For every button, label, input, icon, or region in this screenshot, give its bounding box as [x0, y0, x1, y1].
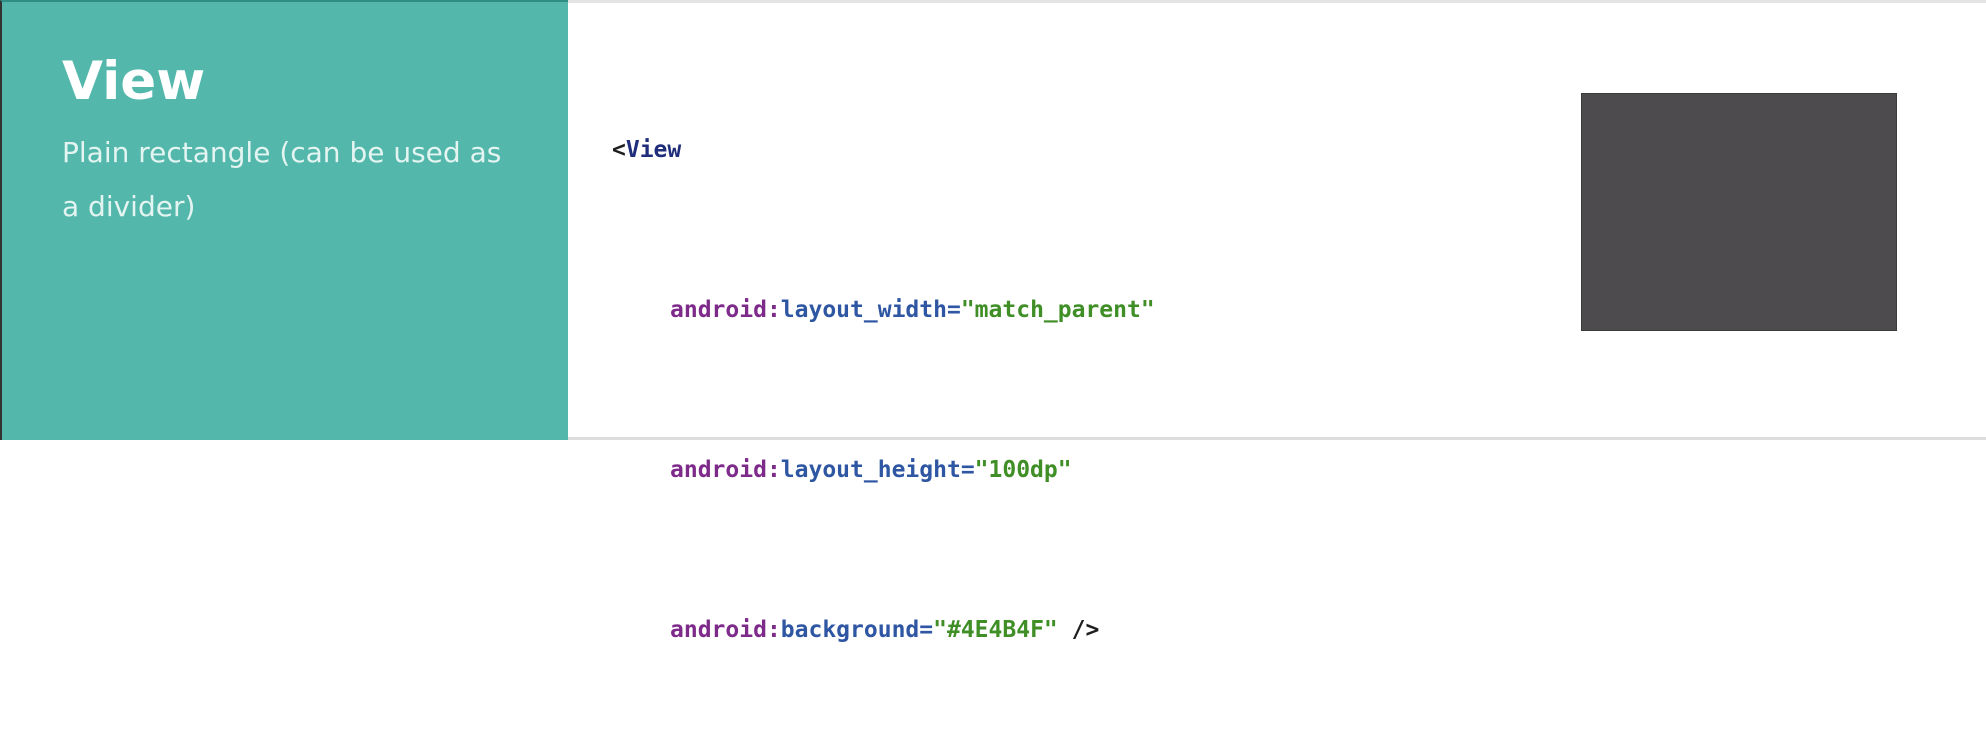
code-attribute-name: layout_width: [780, 297, 947, 323]
slide: View Plain rectangle (can be used as a d…: [0, 0, 1986, 643]
code-namespace: android: [670, 457, 767, 483]
top-divider: [568, 0, 1986, 3]
code-tail: />: [1057, 617, 1100, 643]
code-namespace: android: [670, 617, 767, 643]
code-sample: <View android:layout_width="match_parent…: [612, 50, 1155, 730]
code-separator: :: [766, 457, 781, 483]
panel-title: View: [62, 51, 206, 112]
view-preview-rectangle: [1581, 93, 1897, 331]
code-equals: =: [946, 297, 961, 323]
code-line-attribute: android:background="#4E4B4F" />: [612, 610, 1155, 650]
code-separator: :: [766, 297, 781, 323]
code-attribute-value: "match_parent": [960, 297, 1155, 323]
code-tag-name: View: [625, 137, 682, 163]
code-attribute-name: background: [780, 617, 920, 643]
code-line-open-tag: <View: [612, 130, 1155, 170]
code-attribute-name: layout_height: [780, 457, 961, 483]
panel-subtitle: Plain rectangle (can be used as a divide…: [62, 136, 502, 223]
code-namespace: android: [670, 297, 767, 323]
code-line-attribute: android:layout_height="100dp": [612, 450, 1155, 490]
code-attribute-value: "100dp": [974, 457, 1072, 483]
code-open-bracket: <: [612, 137, 626, 163]
code-attribute-value: "#4E4B4F": [933, 617, 1058, 643]
code-separator: :: [766, 617, 781, 643]
code-equals: =: [919, 617, 934, 643]
code-equals: =: [960, 457, 975, 483]
code-line-attribute: android:layout_width="match_parent": [612, 290, 1155, 330]
title-panel: View Plain rectangle (can be used as a d…: [0, 0, 568, 440]
